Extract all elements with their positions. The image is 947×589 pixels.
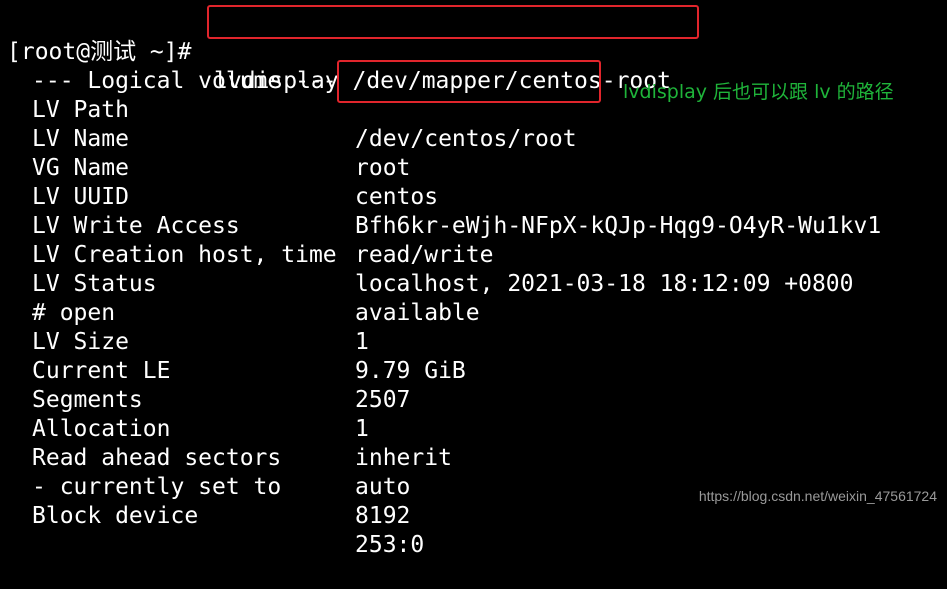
command-highlight-box	[207, 5, 699, 39]
row-key: Block device	[32, 503, 199, 529]
table-row: LV Status available	[0, 241, 947, 326]
table-row: LV Write Access read/write	[0, 183, 947, 268]
table-row: - currently set to 8192	[0, 444, 947, 529]
table-row: Current LE 2507	[0, 328, 947, 413]
row-value: 8192	[355, 503, 411, 529]
table-row: LV Creation host, time localhost, 2021-0…	[0, 212, 947, 297]
table-row: LV Size 9.79 GiB	[0, 299, 947, 384]
terminal-window[interactable]: [root@测试 ~]# lvdisplay /dev/mapper/cento…	[0, 0, 947, 558]
table-row: Allocation inherit	[0, 386, 947, 471]
table-row: VG Name centos	[0, 125, 947, 210]
row-value: 253:0	[355, 532, 425, 558]
annotation-note: lvdisplay 后也可以跟 lv 的路径	[623, 81, 894, 103]
watermark-url: https://blog.csdn.net/weixin_47561724	[698, 488, 937, 504]
table-row: # open 1	[0, 270, 947, 355]
table-row: Read ahead sectors auto	[0, 415, 947, 500]
table-row: Segments 1	[0, 357, 947, 442]
lv-path-highlight-box	[337, 60, 601, 103]
table-row: LV UUID Bfh6kr-eWjh-NFpX-kQJp-Hqg9-O4yR-…	[0, 154, 947, 239]
